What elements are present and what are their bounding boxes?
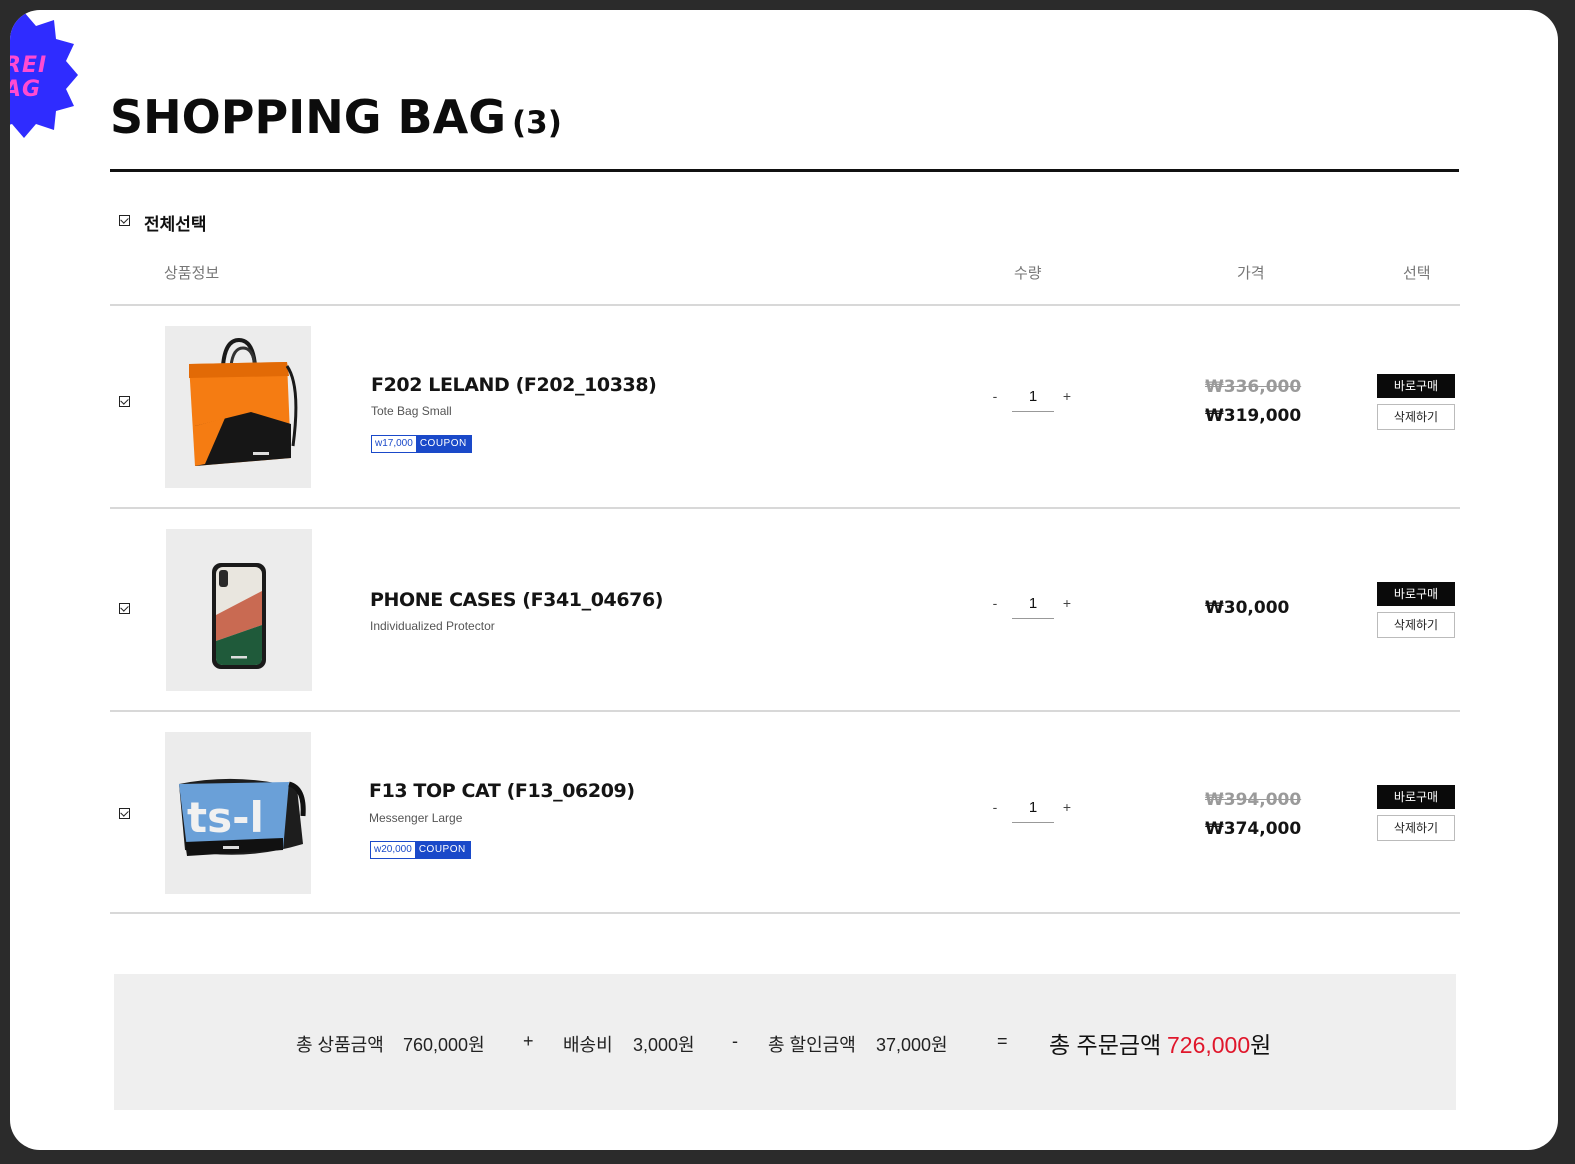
orange-tote-bag-icon — [189, 337, 298, 466]
delete-button[interactable]: 삭제하기 — [1377, 815, 1455, 841]
product-image-phone-case[interactable] — [166, 529, 312, 691]
phone-case-icon — [212, 563, 266, 669]
total-unit: 원 — [1250, 1032, 1272, 1058]
app-frame: REI AG SHOPPING BAG(3) 전체선택 상품정보 수량 가격 선… — [10, 10, 1558, 1150]
row-divider — [110, 507, 1460, 509]
qty-input[interactable]: 1 — [1012, 595, 1054, 619]
product-image-messenger[interactable]: ts-l — [165, 732, 311, 894]
order-summary: 총 상품금액 760,000원 + 배송비 3,000원 - 총 할인금액 37… — [114, 974, 1456, 1110]
item-checkbox[interactable] — [119, 396, 130, 407]
column-product-info: 상품정보 — [164, 265, 220, 282]
product-image-tote[interactable] — [165, 326, 311, 488]
qty-increase-button[interactable]: + — [1060, 799, 1074, 815]
delete-button[interactable]: 삭제하기 — [1377, 612, 1455, 638]
badge-line-2: AG — [10, 77, 42, 102]
buy-now-button[interactable]: 바로구매 — [1377, 374, 1455, 398]
product-desc: Individualized Protector — [370, 619, 495, 633]
product-desc: Tote Bag Small — [371, 404, 452, 418]
price-original: ₩394,000 — [1205, 790, 1302, 810]
brand-badge[interactable]: REI AG — [10, 12, 78, 138]
subtotal-label: 총 상품금액 — [296, 1035, 384, 1055]
qty-decrease-button[interactable]: - — [988, 388, 1002, 404]
qty-decrease-button[interactable]: - — [988, 595, 1002, 611]
select-all-checkbox[interactable] — [119, 215, 130, 226]
column-select: 선택 — [1403, 265, 1431, 282]
discount-value: 37,000원 — [876, 1035, 948, 1055]
badge-text: REI AG — [10, 54, 47, 102]
coupon-label: COUPON — [415, 436, 471, 452]
badge-line-1: REI — [10, 53, 48, 78]
product-desc: Messenger Large — [369, 811, 463, 825]
select-all-label: 전체선택 — [144, 215, 207, 234]
column-price: 가격 — [1237, 265, 1265, 282]
price-original: ₩336,000 — [1205, 377, 1302, 397]
product-name[interactable]: F202 LELAND (F202_10338) — [371, 374, 657, 396]
equals-operator: = — [997, 1031, 1008, 1051]
qty-decrease-button[interactable]: - — [988, 799, 1002, 815]
price-final: ₩374,000 — [1205, 819, 1302, 839]
coupon-amount: w17,000 — [372, 436, 416, 452]
total-amount: 726,000원 — [1167, 1026, 1271, 1060]
total-value: 726,000 — [1167, 1032, 1251, 1058]
price-final: ₩319,000 — [1205, 406, 1302, 426]
buy-now-button[interactable]: 바로구매 — [1377, 785, 1455, 809]
page-title-text: SHOPPING BAG — [110, 90, 506, 144]
product-name[interactable]: F13 TOP CAT (F13_06209) — [369, 780, 635, 802]
subtotal-value: 760,000원 — [403, 1035, 485, 1055]
coupon-badge[interactable]: w17,000 COUPON — [371, 435, 472, 453]
svg-text:ts-l: ts-l — [187, 793, 264, 842]
price-final: ₩30,000 — [1205, 598, 1290, 618]
page-title: SHOPPING BAG (3) — [110, 90, 562, 144]
delete-button[interactable]: 삭제하기 — [1377, 404, 1455, 430]
total-label: 총 주문금액 — [1049, 1032, 1162, 1058]
column-quantity: 수량 — [1014, 265, 1042, 282]
item-count: (3) — [511, 105, 562, 141]
coupon-label: COUPON — [414, 842, 470, 858]
row-divider — [110, 710, 1460, 712]
blue-messenger-bag-icon: ts-l — [179, 778, 306, 856]
coupon-amount: w20,000 — [371, 842, 415, 858]
qty-increase-button[interactable]: + — [1060, 595, 1074, 611]
shipping-label: 배송비 — [563, 1035, 613, 1055]
qty-input[interactable]: 1 — [1012, 799, 1054, 823]
plus-operator: + — [523, 1031, 534, 1051]
buy-now-button[interactable]: 바로구매 — [1377, 582, 1455, 606]
shipping-value: 3,000원 — [633, 1035, 695, 1055]
qty-input[interactable]: 1 — [1012, 388, 1054, 412]
product-name[interactable]: PHONE CASES (F341_04676) — [370, 589, 663, 611]
header-divider — [110, 304, 1460, 306]
item-checkbox[interactable] — [119, 603, 130, 614]
qty-increase-button[interactable]: + — [1060, 388, 1074, 404]
row-divider — [110, 912, 1460, 914]
discount-label: 총 할인금액 — [768, 1035, 856, 1055]
minus-operator: - — [732, 1031, 738, 1051]
item-checkbox[interactable] — [119, 808, 130, 819]
title-divider — [110, 169, 1459, 172]
coupon-badge[interactable]: w20,000 COUPON — [370, 841, 471, 859]
